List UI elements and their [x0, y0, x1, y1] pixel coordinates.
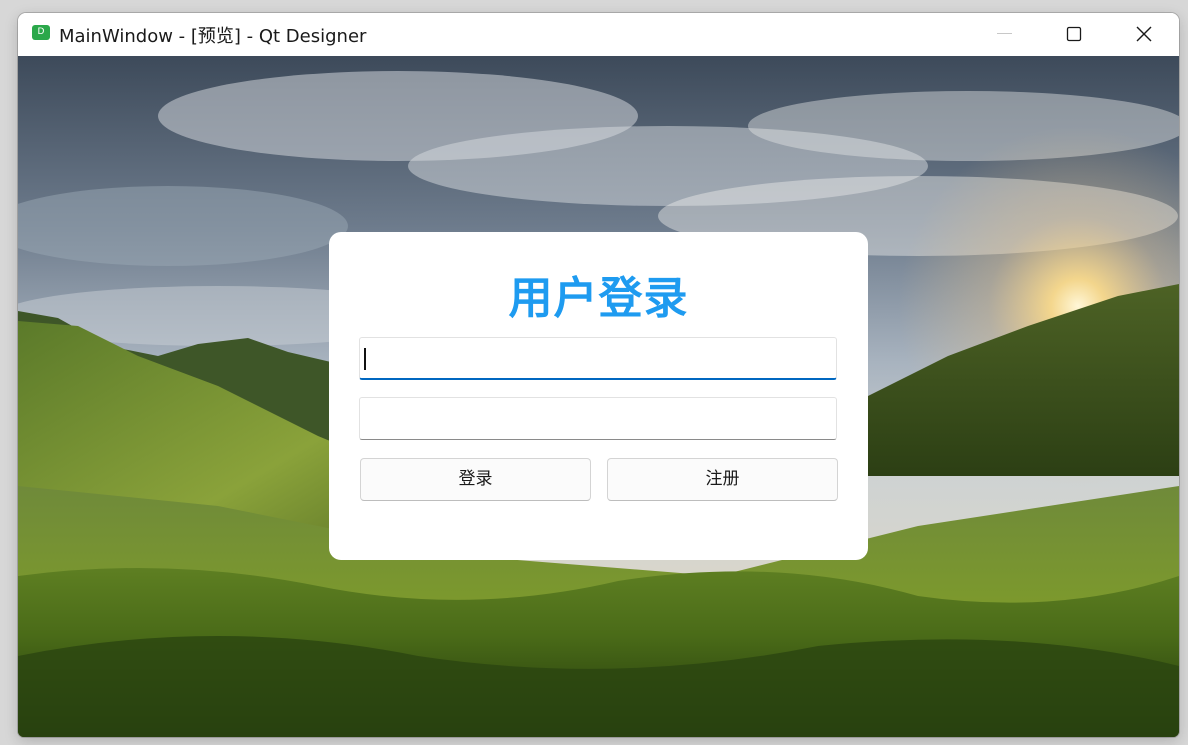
register-button[interactable]: 注册	[607, 458, 838, 501]
text-caret	[364, 348, 366, 370]
title-bar[interactable]: D MainWindow - [预览] - Qt Designer	[18, 13, 1179, 56]
username-field[interactable]	[359, 337, 837, 380]
close-button[interactable]	[1121, 13, 1167, 56]
close-icon	[1136, 26, 1152, 42]
window-client-area: 用户登录 登录 注册	[18, 56, 1179, 737]
qt-designer-window: D MainWindow - [预览] - Qt Designer 用户登录 登…	[18, 13, 1179, 737]
maximize-icon	[1066, 26, 1082, 42]
minimize-button[interactable]	[981, 13, 1027, 56]
login-title: 用户登录	[508, 273, 689, 324]
window-title: MainWindow - [预览] - Qt Designer	[59, 26, 367, 47]
minimize-icon	[997, 33, 1012, 34]
qt-designer-icon: D	[32, 25, 50, 40]
password-field[interactable]	[359, 397, 837, 440]
login-card: 用户登录 登录 注册	[329, 232, 868, 560]
maximize-button[interactable]	[1051, 13, 1097, 56]
login-button[interactable]: 登录	[360, 458, 591, 501]
